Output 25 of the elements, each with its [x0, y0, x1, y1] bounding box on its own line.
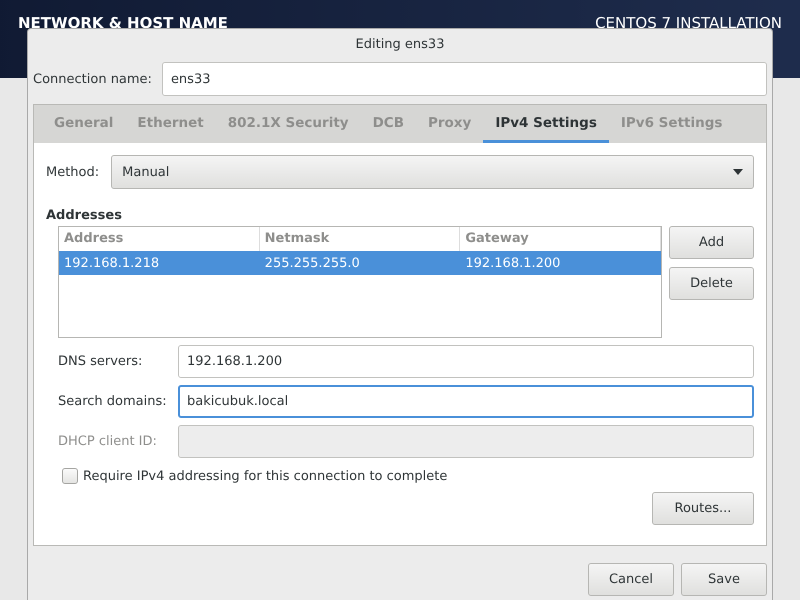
field-label: DNS servers: — [58, 354, 144, 369]
field-label: Method: — [46, 164, 100, 180]
method-dropdown[interactable]: Manual — [111, 155, 754, 189]
dropdown-arrow-icon — [733, 169, 743, 175]
cancel-button[interactable]: Cancel — [588, 563, 674, 596]
connection-name-field[interactable]: ens33 — [162, 62, 767, 96]
add-button[interactable]: Add — [669, 226, 754, 259]
field-label: Search domains: — [58, 394, 168, 409]
table-cell-text: 192.168.1.218 — [63, 256, 160, 270]
tab[interactable]: IPv4 Settings — [483, 105, 609, 143]
delete-button[interactable]: Delete — [669, 267, 754, 300]
input-field[interactable]: bakicubuk.local — [178, 385, 754, 418]
input-field[interactable]: 192.168.1.200 — [178, 345, 754, 378]
routes-button[interactable]: Routes... — [652, 492, 754, 525]
table-cell-text: 255.255.255.0 — [264, 256, 361, 270]
window-title: Editing ens33 — [356, 36, 444, 52]
checkbox-label: Require IPv4 addressing for this connection to complete — [83, 468, 448, 484]
field-label: DHCP client ID: — [58, 434, 158, 449]
product-name: CENTOS 7 INSTALLATION — [595, 14, 782, 32]
field-label: Connection name: — [33, 72, 152, 86]
page-title: NETWORK & HOST NAME — [18, 14, 228, 32]
table-cell-text: 192.168.1.200 — [464, 256, 562, 270]
save-button[interactable]: Save — [681, 563, 767, 596]
section-heading: Addresses — [46, 208, 123, 225]
checkbox[interactable] — [62, 468, 78, 484]
